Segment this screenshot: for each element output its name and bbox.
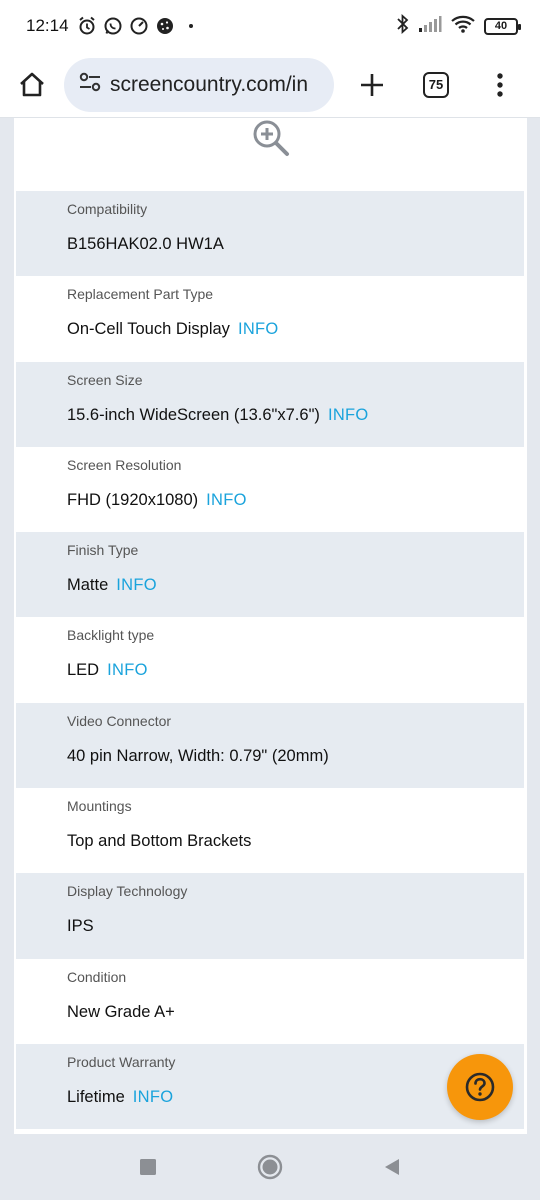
info-link[interactable]: INFO bbox=[116, 576, 157, 594]
spec-value: 40 pin Narrow, Width: 0.79" (20mm) bbox=[67, 746, 329, 765]
spec-row-condition: Condition New Grade A+ bbox=[16, 959, 524, 1044]
info-link[interactable]: INFO bbox=[133, 1088, 174, 1106]
info-link[interactable]: INFO bbox=[206, 491, 247, 509]
tab-switcher-button[interactable]: 75 bbox=[404, 57, 468, 113]
status-bar: 12:14 40 bbox=[0, 0, 540, 52]
question-icon bbox=[465, 1072, 495, 1102]
system-nav-bar bbox=[0, 1134, 540, 1200]
info-link[interactable]: INFO bbox=[107, 661, 148, 679]
page-content: Compatibility B156HAK02.0 HW1A Replaceme… bbox=[14, 118, 527, 1134]
spec-row-finish-type: Finish Type Matte INFO bbox=[16, 532, 524, 618]
url-text: screencountry.com/in bbox=[110, 72, 309, 96]
spec-row-part-type: Replacement Part Type On-Cell Touch Disp… bbox=[16, 276, 524, 361]
more-vert-icon bbox=[497, 72, 503, 97]
spec-row-mountings: Mountings Top and Bottom Brackets bbox=[16, 788, 524, 873]
square-icon bbox=[140, 1159, 156, 1175]
dot-icon bbox=[181, 16, 201, 36]
help-button[interactable] bbox=[447, 1054, 513, 1120]
spec-row-video-connector: Video Connector 40 pin Narrow, Width: 0.… bbox=[16, 702, 524, 789]
spec-row-compatibility: Compatibility B156HAK02.0 HW1A bbox=[16, 191, 524, 277]
spec-value: On-Cell Touch Display INFO bbox=[67, 320, 279, 339]
browser-toolbar: screencountry.com/in 75 bbox=[0, 52, 540, 118]
spec-label: Screen Size bbox=[67, 371, 143, 388]
spec-row-display-technology: Display Technology IPS bbox=[16, 873, 524, 959]
spec-value: IPS bbox=[67, 917, 94, 936]
home-button[interactable] bbox=[0, 57, 64, 113]
alarm-icon bbox=[77, 16, 97, 36]
spec-value: LED INFO bbox=[67, 661, 148, 680]
spec-label: Replacement Part Type bbox=[67, 286, 214, 303]
whatsapp-icon bbox=[103, 16, 123, 36]
spec-value: Top and Bottom Brackets bbox=[67, 832, 252, 851]
spec-value: Matte INFO bbox=[67, 576, 157, 595]
spec-label: Screen Resolution bbox=[67, 456, 182, 473]
circle-icon bbox=[257, 1154, 283, 1180]
spec-value: 15.6-inch WideScreen (13.6"x7.6") INFO bbox=[67, 405, 369, 424]
back-button[interactable] bbox=[377, 1152, 407, 1182]
tab-count: 75 bbox=[423, 71, 449, 98]
info-link[interactable]: INFO bbox=[238, 320, 279, 338]
image-zoom-area bbox=[14, 118, 527, 191]
spec-row-screen-size: Screen Size 15.6-inch WideScreen (13.6"x… bbox=[16, 361, 524, 447]
spec-label: Compatibility bbox=[67, 201, 148, 217]
home-nav-button[interactable] bbox=[255, 1152, 285, 1182]
info-link[interactable]: INFO bbox=[328, 406, 369, 424]
spec-table: Compatibility B156HAK02.0 HW1A Replaceme… bbox=[16, 191, 524, 1130]
spec-value: FHD (1920x1080) INFO bbox=[67, 490, 247, 509]
recents-button[interactable] bbox=[133, 1152, 163, 1182]
speedometer-icon bbox=[129, 16, 149, 36]
battery-icon: 40 bbox=[484, 17, 521, 35]
bluetooth-icon bbox=[396, 13, 410, 39]
spec-value: New Grade A+ bbox=[67, 1002, 175, 1021]
address-bar[interactable]: screencountry.com/in bbox=[64, 57, 334, 112]
spec-label: Mountings bbox=[67, 798, 132, 815]
cookie-icon bbox=[155, 16, 175, 36]
spec-label: Condition bbox=[67, 968, 127, 985]
signal-icon bbox=[418, 15, 442, 38]
more-menu-button[interactable] bbox=[468, 57, 532, 113]
spec-label: Backlight type bbox=[67, 627, 155, 644]
status-time: 12:14 bbox=[26, 16, 69, 35]
zoom-in-icon[interactable] bbox=[251, 118, 291, 191]
spec-label: Video Connector bbox=[67, 712, 172, 729]
spec-label: Finish Type bbox=[67, 542, 139, 559]
spec-value: B156HAK02.0 HW1A bbox=[67, 235, 224, 253]
wifi-icon bbox=[450, 14, 476, 39]
plus-icon bbox=[361, 73, 383, 96]
home-icon bbox=[20, 72, 44, 96]
spec-label: Display Technology bbox=[67, 883, 188, 900]
new-tab-button[interactable] bbox=[340, 57, 404, 113]
spec-row-backlight: Backlight type LED INFO bbox=[16, 617, 524, 702]
site-settings-icon[interactable] bbox=[78, 71, 102, 98]
spec-row-resolution: Screen Resolution FHD (1920x1080) INFO bbox=[16, 447, 524, 532]
back-triangle-icon bbox=[385, 1159, 399, 1175]
